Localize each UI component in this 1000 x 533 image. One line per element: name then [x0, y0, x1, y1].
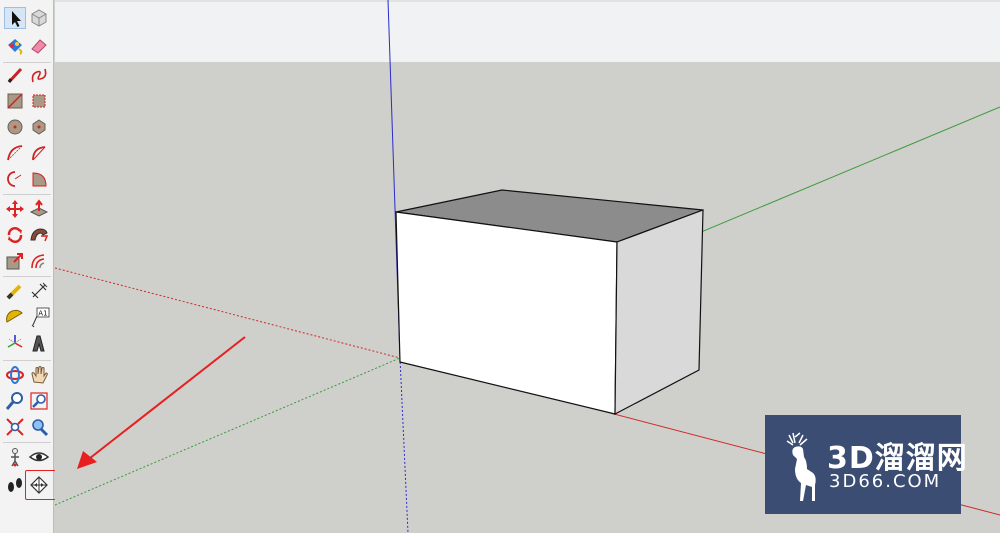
protractor-icon: [6, 309, 23, 323]
two-point-arc-tool[interactable]: [4, 168, 26, 190]
rectangle-tool[interactable]: [4, 90, 26, 112]
rotated-rectangle-tool[interactable]: [28, 90, 50, 112]
previous-view-icon: [32, 419, 49, 437]
paint-bucket-tool[interactable]: [4, 35, 26, 57]
move-tool[interactable]: [4, 198, 26, 220]
scale-tool[interactable]: [4, 250, 26, 272]
offset-icon: [31, 254, 45, 269]
polygon-tool[interactable]: [28, 116, 50, 138]
move-icon: [6, 200, 24, 218]
push-pull-icon: [29, 199, 49, 217]
dimension-icon: [31, 282, 48, 299]
arc-icon: [7, 145, 23, 161]
circle-tool[interactable]: [4, 116, 26, 138]
three-point-arc-icon: [32, 172, 47, 187]
component-icon: [31, 9, 47, 27]
scale-icon: [6, 253, 23, 270]
freehand-icon: [31, 68, 47, 83]
protractor-tool[interactable]: [4, 306, 26, 328]
watermark-logo: 3D溜溜网 3D66.COM: [765, 415, 967, 514]
follow-me-tool[interactable]: [28, 224, 50, 246]
zoom-extents-tool[interactable]: [4, 416, 26, 438]
rectangle-icon: [7, 93, 23, 109]
rotated-rectangle-icon: [32, 94, 46, 108]
zoom-extents-icon: [6, 418, 24, 436]
push-pull-tool[interactable]: [28, 198, 50, 220]
eye-icon: [28, 452, 50, 462]
toolbar-divider: [3, 62, 51, 63]
position-camera-tool[interactable]: [4, 446, 26, 468]
rotate-tool[interactable]: [4, 224, 26, 246]
magnifier-icon: [5, 392, 23, 410]
eraser-icon: [31, 39, 47, 54]
arc-tool[interactable]: [4, 142, 26, 164]
text-tool-label: A1: [38, 310, 47, 318]
rotate-icon: [7, 227, 23, 243]
toolbar-divider: [3, 276, 51, 277]
text-icon: A1: [31, 307, 50, 328]
two-point-arc-icon: [7, 171, 22, 187]
select-tool[interactable]: [4, 7, 26, 29]
zoom-window-icon: [30, 392, 48, 410]
previous-view-tool[interactable]: [28, 416, 50, 438]
text-tool[interactable]: A1: [28, 306, 50, 328]
sky: [55, 0, 1000, 62]
circle-icon: [7, 119, 23, 135]
freehand-tool[interactable]: [28, 64, 50, 86]
dimension-tool[interactable]: [28, 280, 50, 302]
pan-tool[interactable]: [28, 364, 50, 386]
pencil-icon: [7, 67, 23, 84]
paint-bucket-icon: [8, 39, 23, 55]
axes-tool[interactable]: [4, 332, 26, 354]
tape-measure-tool[interactable]: [4, 280, 26, 302]
3d-text-icon: [32, 335, 45, 352]
pie-icon: [32, 146, 46, 161]
left-toolbar: A1: [0, 0, 54, 533]
eraser-tool[interactable]: [28, 35, 50, 57]
look-around-tool[interactable]: [28, 446, 50, 468]
arrow-icon: [12, 11, 21, 27]
orbit-icon: [6, 366, 24, 384]
watermark-subtitle: 3D66.COM: [829, 471, 942, 492]
viewport-top-edge: [55, 0, 1000, 2]
make-component-tool[interactable]: [28, 7, 50, 29]
footprints-icon: [8, 478, 22, 492]
position-camera-icon: [11, 448, 19, 467]
tape-measure-icon: [6, 284, 22, 300]
3d-text-tool[interactable]: [28, 332, 50, 354]
polygon-icon: [32, 119, 46, 135]
zoom-window-tool[interactable]: [28, 390, 50, 412]
hand-icon: [31, 366, 48, 384]
toolbar-divider: [3, 442, 51, 443]
follow-me-icon: [30, 228, 49, 242]
line-tool[interactable]: [4, 64, 26, 86]
axes-icon: [7, 335, 23, 348]
orbit-tool[interactable]: [4, 364, 26, 386]
zoom-tool[interactable]: [4, 390, 26, 412]
toolbar-divider: [3, 360, 51, 361]
offset-tool[interactable]: [28, 250, 50, 272]
three-point-arc-tool[interactable]: [28, 168, 50, 190]
toolbar-divider: [3, 194, 51, 195]
deer-logo-icon: [786, 432, 816, 501]
pie-tool[interactable]: [28, 142, 50, 164]
walk-tool[interactable]: [4, 474, 26, 496]
